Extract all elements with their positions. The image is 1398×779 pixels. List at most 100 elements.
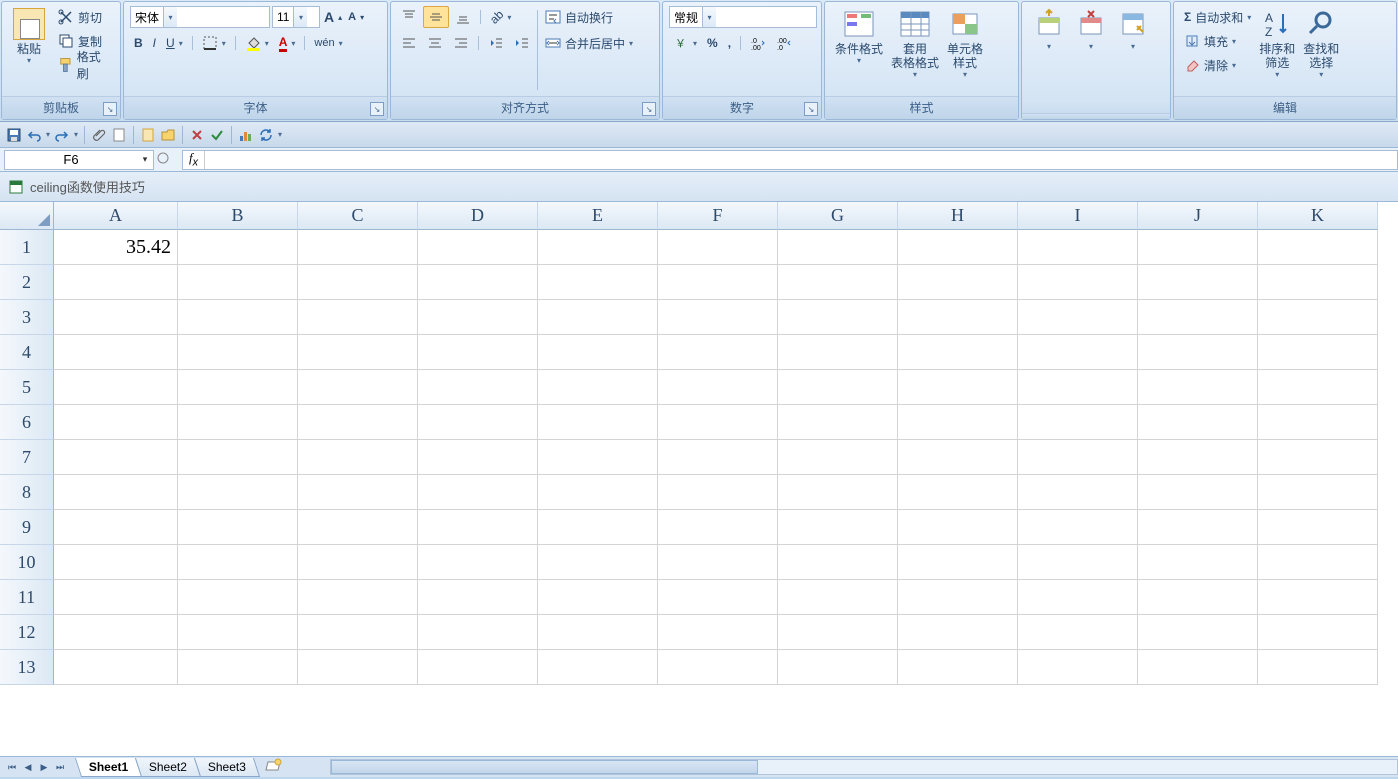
cell[interactable] (54, 475, 178, 510)
cell[interactable] (1138, 510, 1258, 545)
cell[interactable] (1138, 335, 1258, 370)
cell[interactable] (1138, 230, 1258, 265)
cell[interactable] (1258, 370, 1378, 405)
number-launcher[interactable]: ↘ (804, 102, 818, 116)
cell[interactable] (538, 230, 658, 265)
format-painter-button[interactable]: 格式刷 (54, 54, 114, 76)
select-all-button[interactable] (0, 202, 54, 230)
cut-button[interactable]: 剪切 (54, 6, 114, 28)
new-icon[interactable] (111, 127, 127, 143)
align-center-button[interactable] (423, 32, 447, 54)
italic-button[interactable]: I (149, 32, 160, 54)
increase-indent-button[interactable] (510, 32, 534, 54)
expand-name-icon[interactable] (154, 151, 172, 169)
cell[interactable] (54, 580, 178, 615)
font-size-combo[interactable]: 11 ▾ (272, 6, 320, 28)
redo-icon[interactable] (54, 127, 70, 143)
border-button[interactable]: ▾ (198, 32, 230, 54)
cell[interactable] (658, 265, 778, 300)
cell[interactable] (778, 650, 898, 685)
cell[interactable] (178, 475, 298, 510)
cell[interactable] (298, 440, 418, 475)
cell[interactable] (178, 300, 298, 335)
column-header[interactable]: J (1138, 202, 1258, 230)
cell[interactable] (1258, 580, 1378, 615)
row-header[interactable]: 5 (0, 370, 54, 405)
cell[interactable] (54, 300, 178, 335)
cell[interactable] (1018, 440, 1138, 475)
cell[interactable] (1258, 510, 1378, 545)
cell[interactable] (178, 230, 298, 265)
alignment-launcher[interactable]: ↘ (642, 102, 656, 116)
cell[interactable] (538, 510, 658, 545)
cell[interactable] (658, 650, 778, 685)
cell[interactable] (178, 615, 298, 650)
cell[interactable] (1258, 440, 1378, 475)
cell[interactable] (898, 580, 1018, 615)
cell[interactable] (1018, 230, 1138, 265)
cell[interactable] (178, 370, 298, 405)
chevron-down-icon[interactable]: ▾ (293, 7, 307, 27)
new-sheet-button[interactable] (256, 756, 290, 779)
attach-icon[interactable] (91, 127, 107, 143)
row-header[interactable]: 9 (0, 510, 54, 545)
cell[interactable] (1018, 300, 1138, 335)
row-header[interactable]: 12 (0, 615, 54, 650)
cell[interactable] (778, 510, 898, 545)
cell[interactable] (538, 475, 658, 510)
cell[interactable] (1018, 475, 1138, 510)
cell[interactable] (418, 230, 538, 265)
cell[interactable] (178, 510, 298, 545)
cell[interactable] (1138, 405, 1258, 440)
decrease-font-button[interactable]: A▾ (346, 6, 366, 28)
cell[interactable] (538, 370, 658, 405)
currency-button[interactable]: ￥▾ (669, 32, 701, 54)
cell[interactable] (1138, 300, 1258, 335)
chevron-down-icon[interactable]: ▾ (702, 7, 716, 27)
cell[interactable] (54, 335, 178, 370)
cell[interactable] (538, 300, 658, 335)
fx-button[interactable]: fx (183, 151, 205, 169)
cell[interactable] (538, 440, 658, 475)
row-header[interactable]: 3 (0, 300, 54, 335)
clipboard-launcher[interactable]: ↘ (103, 102, 117, 116)
comma-button[interactable]: , (724, 32, 735, 54)
cell[interactable] (658, 440, 778, 475)
tab-first-button[interactable]: ⏮ (4, 759, 20, 775)
cell[interactable] (418, 440, 538, 475)
cell[interactable] (1138, 475, 1258, 510)
column-header[interactable]: H (898, 202, 1018, 230)
paste-small-icon[interactable] (140, 127, 156, 143)
cell[interactable] (778, 230, 898, 265)
cell[interactable] (1138, 265, 1258, 300)
font-launcher[interactable]: ↘ (370, 102, 384, 116)
sheet-tab[interactable]: Sheet2 (135, 758, 201, 777)
column-header[interactable]: E (538, 202, 658, 230)
cell[interactable] (898, 405, 1018, 440)
cell[interactable] (778, 265, 898, 300)
column-header[interactable]: G (778, 202, 898, 230)
cell[interactable] (898, 370, 1018, 405)
cell[interactable] (778, 545, 898, 580)
row-header[interactable]: 11 (0, 580, 54, 615)
cell[interactable] (1018, 335, 1138, 370)
row-header[interactable]: 2 (0, 265, 54, 300)
cell[interactable] (538, 650, 658, 685)
cell[interactable] (1138, 615, 1258, 650)
cell[interactable] (298, 580, 418, 615)
fill-color-button[interactable]: ▾ (241, 32, 273, 54)
column-header[interactable]: A (54, 202, 178, 230)
cell[interactable] (778, 300, 898, 335)
conditional-format-button[interactable]: 条件格式 ▾ (831, 6, 887, 67)
cell[interactable] (1258, 650, 1378, 685)
row-header[interactable]: 8 (0, 475, 54, 510)
cell[interactable] (178, 335, 298, 370)
cell[interactable] (898, 545, 1018, 580)
sheet-tab[interactable]: Sheet1 (75, 758, 143, 777)
cell[interactable] (1018, 265, 1138, 300)
cell[interactable] (418, 580, 538, 615)
cell[interactable] (54, 545, 178, 580)
insert-button[interactable]: ▾ (1028, 6, 1070, 53)
column-header[interactable]: F (658, 202, 778, 230)
format-as-table-button[interactable]: 套用 表格格式 ▾ (887, 6, 943, 81)
